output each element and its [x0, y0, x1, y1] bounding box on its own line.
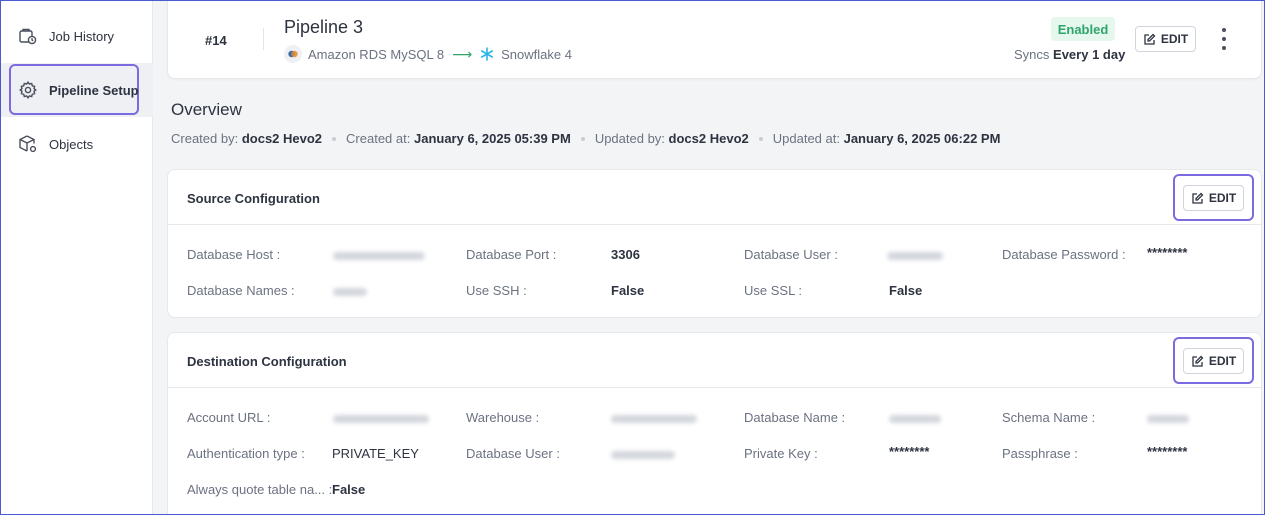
more-options-icon[interactable] [1216, 28, 1232, 50]
field-value: PRIVATE_KEY [332, 446, 419, 461]
sidebar-item-label: Objects [49, 136, 94, 152]
overview-meta: Created by: docs2 Hevo2 Created at: Janu… [171, 131, 1000, 146]
redacted-value [1147, 415, 1189, 423]
sidebar-item-objects[interactable]: Objects [0, 117, 153, 171]
pipeline-number: #14 [205, 33, 227, 48]
separator-dot [332, 136, 337, 141]
updated-by-label: Updated by: [594, 131, 665, 146]
field-label: Passphrase : [1002, 446, 1078, 461]
status-badge: Enabled [1051, 17, 1115, 41]
updated-by-value: docs2 Hevo2 [668, 131, 749, 146]
edit-icon [1192, 192, 1204, 204]
highlight-outline: EDIT [1173, 174, 1254, 221]
field-label: Private Key : [744, 446, 818, 461]
card-title: Source Configuration [187, 191, 320, 206]
redacted-value [611, 415, 697, 423]
field-label: Use SSL : [744, 283, 803, 298]
gear-icon [18, 80, 38, 100]
pipeline-name: Pipeline 3 [284, 17, 364, 37]
pipeline-header: #14 Pipeline 3 Amazon RDS MySQL 8 ⟶ Snow… [167, 0, 1262, 79]
field-value: ******** [889, 444, 930, 459]
sidebar-item-job-history[interactable]: Job History [0, 9, 153, 63]
field-value: False [332, 482, 366, 497]
separator-dot [580, 136, 585, 141]
sidebar-item-label: Pipeline Setup [49, 82, 139, 98]
edit-label: EDIT [1208, 191, 1237, 205]
field-label: Schema Name : [1002, 410, 1096, 425]
source-configuration-card: Source Configuration EDIT Database Host … [167, 169, 1262, 318]
redacted-value [333, 415, 429, 423]
redacted-value [333, 252, 425, 260]
field-label: Database Password : [1002, 247, 1126, 262]
created-by-label: Created by: [171, 131, 239, 146]
sync-frequency: Syncs Every 1 day [1014, 47, 1125, 62]
highlight-outline: EDIT [1173, 337, 1254, 384]
edit-source-button[interactable]: EDIT [1183, 185, 1244, 211]
field-label: Database Names : [187, 283, 295, 298]
source-name: Amazon RDS MySQL 8 [308, 46, 445, 62]
redacted-value [333, 288, 367, 296]
sync-value: Every 1 day [1053, 47, 1126, 62]
edit-label: EDIT [1208, 354, 1237, 368]
created-at-label: Created at: [346, 131, 411, 146]
destination-name: Snowflake 4 [501, 46, 572, 62]
field-label: Database Name : [744, 410, 846, 425]
arrow-right-icon: ⟶ [452, 45, 473, 62]
field-label: Account URL : [187, 410, 271, 425]
field-value: False [611, 283, 645, 298]
edit-icon [1144, 33, 1156, 45]
field-label: Database Host : [187, 247, 281, 262]
redacted-value [887, 252, 943, 260]
edit-icon [1192, 355, 1204, 367]
card-title: Destination Configuration [187, 354, 347, 369]
updated-at-label: Updated at: [772, 131, 840, 146]
field-label: Use SSH : [466, 283, 527, 298]
field-value: 3306 [611, 247, 640, 262]
field-label: Authentication type : [187, 446, 305, 461]
field-label: Warehouse : [466, 410, 540, 425]
redacted-value [611, 451, 675, 459]
field-label: Always quote table na... : [187, 482, 333, 497]
objects-icon [18, 134, 38, 154]
pipeline-route: Amazon RDS MySQL 8 ⟶ Snowflake 4 [284, 45, 572, 63]
sidebar: Job History Pipeline Setup Objects [0, 0, 153, 515]
card-header: Source Configuration EDIT [168, 170, 1261, 225]
sidebar-item-label: Job History [49, 28, 115, 44]
divider [263, 28, 264, 50]
redacted-value [889, 415, 941, 423]
card-header: Destination Configuration EDIT [168, 333, 1261, 388]
job-history-icon [18, 26, 38, 46]
updated-at-value: January 6, 2025 06:22 PM [843, 131, 1001, 146]
field-value: ******** [1147, 444, 1188, 459]
created-by-value: docs2 Hevo2 [241, 131, 323, 146]
field-value: False [889, 283, 923, 298]
created-at-value: January 6, 2025 05:39 PM [413, 131, 571, 146]
field-label: Database Port : [466, 247, 557, 262]
destination-configuration-card: Destination Configuration EDIT Account U… [167, 332, 1262, 515]
sidebar-item-pipeline-setup[interactable]: Pipeline Setup [0, 63, 153, 117]
edit-pipeline-button[interactable]: EDIT [1135, 26, 1196, 52]
field-label: Database User : [744, 247, 838, 262]
edit-label: EDIT [1160, 32, 1189, 46]
sync-label: Syncs [1014, 47, 1050, 62]
separator-dot [758, 136, 763, 141]
mysql-icon [284, 45, 302, 63]
field-label: Database User : [466, 446, 560, 461]
field-value: ******** [1147, 245, 1188, 260]
edit-destination-button[interactable]: EDIT [1183, 348, 1244, 374]
snowflake-icon [480, 47, 494, 61]
overview-title: Overview [171, 100, 242, 119]
